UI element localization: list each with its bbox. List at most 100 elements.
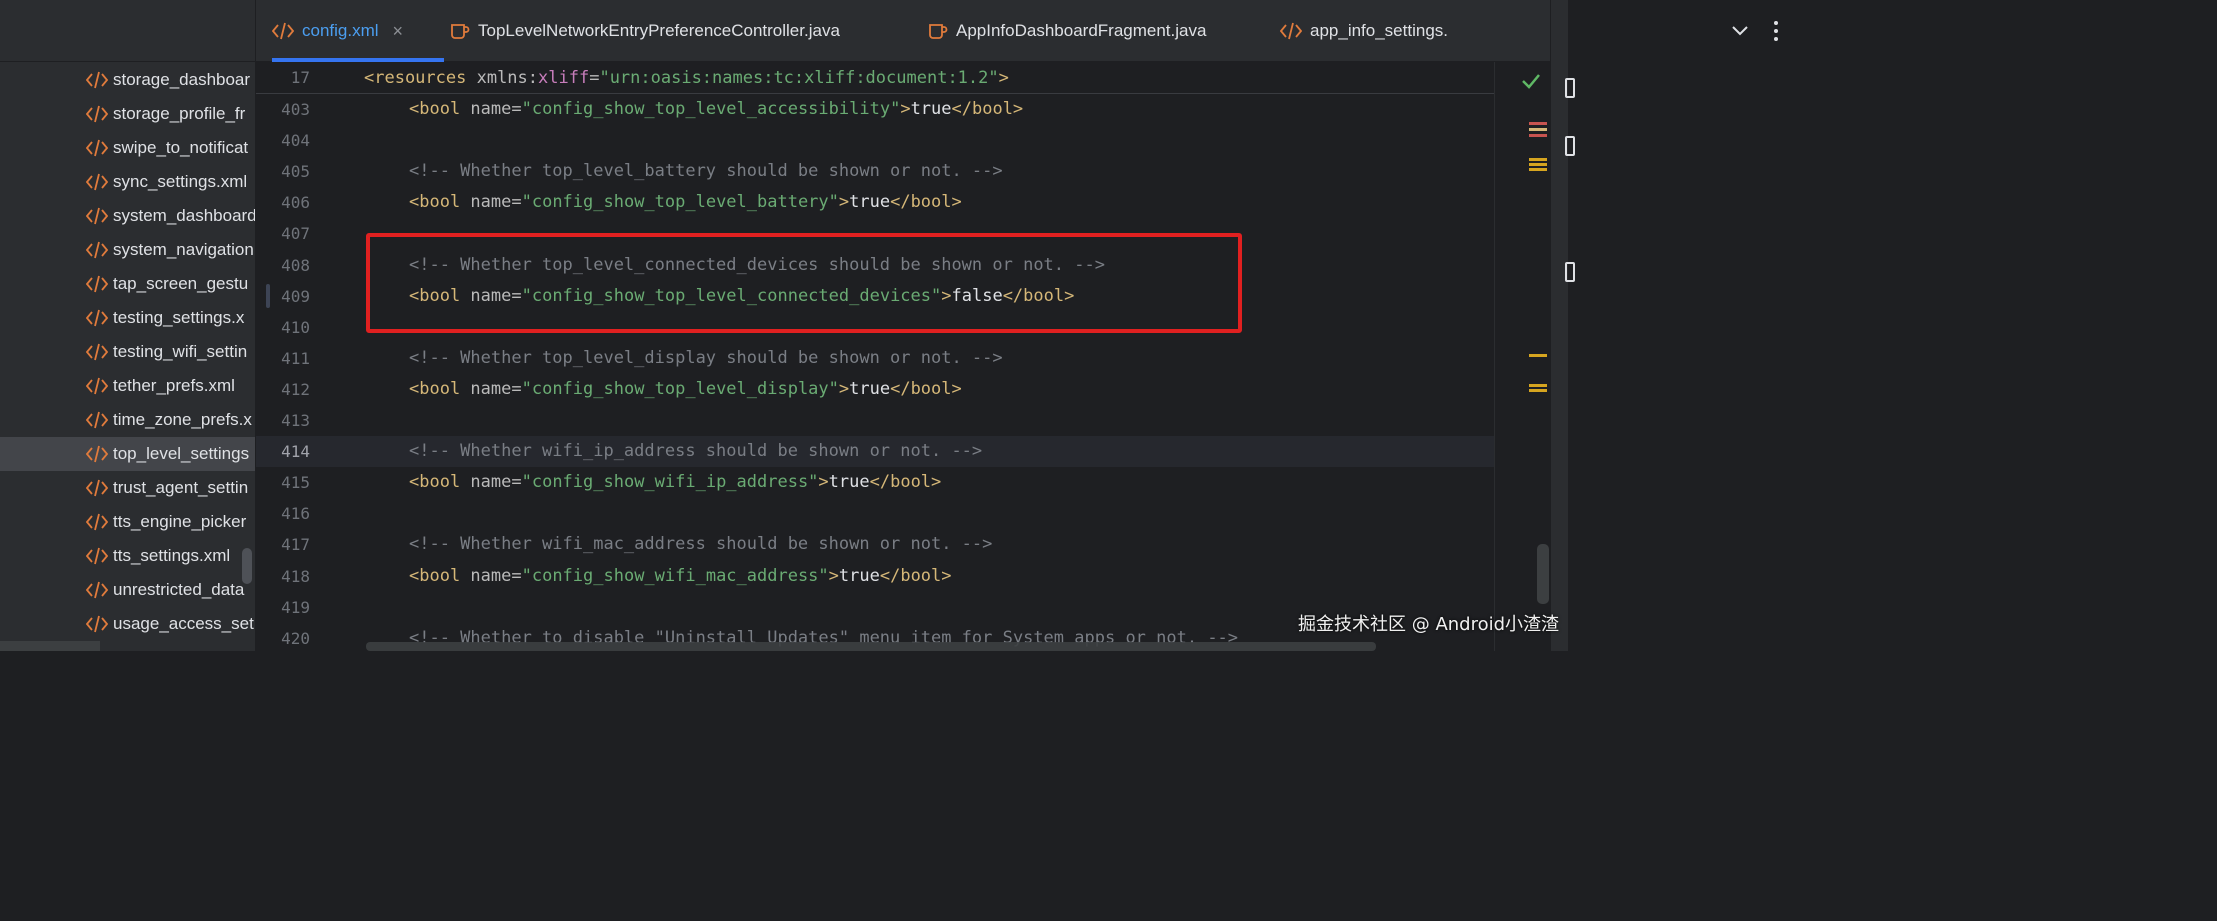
tree-item[interactable]: usage_access_set <box>0 607 255 641</box>
xml-file-icon <box>272 22 294 40</box>
tool-window-icon[interactable] <box>1565 78 1575 98</box>
line-number: 420 <box>281 628 310 648</box>
project-tree-scrollbar[interactable] <box>242 548 252 584</box>
code-token: <resources <box>364 68 477 88</box>
code-token: </bool> <box>869 472 942 493</box>
xml-file-icon <box>86 513 108 531</box>
editor-tab[interactable]: AppInfoDashboardFragment.java <box>926 0 1206 62</box>
code-line[interactable]: 406 <bool name="config_show_top_level_bat… <box>256 187 1494 218</box>
tree-item[interactable]: tts_settings.xml <box>0 539 255 573</box>
code-token: "config_show_top_level_battery" <box>521 192 839 213</box>
editor-tab[interactable]: TopLevelNetworkEntryPreferenceController… <box>448 0 840 62</box>
code-line[interactable]: 415 <bool name="config_show_wifi_ip_addre… <box>256 467 1494 498</box>
chevron-down-icon[interactable] <box>1730 20 1750 40</box>
code-line[interactable]: 418 <bool name="config_show_wifi_mac_addr… <box>256 561 1494 592</box>
tree-item[interactable]: system_dashboard <box>0 199 255 233</box>
tree-item[interactable]: tether_prefs.xml <box>0 369 255 403</box>
tree-item[interactable]: sync_settings.xml <box>0 165 255 199</box>
xml-file-icon <box>86 581 108 599</box>
more-vertical-icon[interactable] <box>1768 18 1784 44</box>
editor-tab[interactable]: config.xml × <box>272 0 444 62</box>
checkmark-icon <box>1522 74 1540 89</box>
xml-file-icon <box>86 411 108 429</box>
line-number: 408 <box>281 255 310 275</box>
code-token: </bool> <box>890 192 962 213</box>
code-line[interactable]: 411 <!-- Whether top_level_display should… <box>256 343 1494 374</box>
line-number: 414 <box>281 442 310 462</box>
change-marker <box>266 284 270 308</box>
code-editor[interactable]: 17 <resources xmlns:xliff="urn:oasis:name… <box>256 62 1550 651</box>
code-line[interactable]: 404 <box>256 125 1494 156</box>
error-stripe-mark[interactable] <box>1529 163 1547 166</box>
code-token: <!-- Whether top_level_battery should be… <box>409 161 1003 182</box>
tree-item[interactable]: system_navigation <box>0 233 255 267</box>
tree-item[interactable]: trust_agent_settin <box>0 471 255 505</box>
line-number: 17 <box>290 68 310 87</box>
code-line[interactable]: 403 <bool name="config_show_top_level_acc… <box>256 94 1494 125</box>
tree-item[interactable]: time_zone_prefs.x <box>0 403 255 437</box>
code-token: "config_show_wifi_mac_address" <box>521 565 829 586</box>
tree-item[interactable]: storage_profile_fr <box>0 97 255 131</box>
error-stripe-mark[interactable] <box>1529 128 1547 131</box>
line-number: 407 <box>281 224 310 244</box>
horizontal-scrollbar[interactable] <box>366 642 1376 651</box>
line-number: 412 <box>281 379 310 399</box>
tree-item[interactable]: swipe_to_notificat <box>0 131 255 165</box>
xml-file-icon <box>86 275 108 293</box>
tree-item-label: usage_access_set <box>113 614 254 633</box>
tree-item-label: tts_settings.xml <box>113 546 231 565</box>
code-line[interactable]: 405 <!-- Whether top_level_battery should… <box>256 156 1494 187</box>
error-stripe-mark[interactable] <box>1529 122 1547 125</box>
code-token: <bool <box>409 472 471 493</box>
xml-file-icon <box>86 377 108 395</box>
line-number: 404 <box>281 131 310 151</box>
line-number: 417 <box>281 535 310 555</box>
code-token: > <box>818 472 829 493</box>
tool-window-icon[interactable] <box>1565 262 1575 282</box>
code-token: > <box>900 99 911 119</box>
project-tree-header <box>0 0 255 62</box>
code-token: true <box>849 192 891 213</box>
error-stripe-mark[interactable] <box>1529 384 1547 387</box>
code-line[interactable]: 414 <!-- Whether wifi_ip_address should b… <box>256 436 1494 468</box>
tree-item[interactable]: unrestricted_data <box>0 573 255 607</box>
tool-window-icon[interactable] <box>1565 136 1575 156</box>
tab-label: config.xml <box>302 21 379 40</box>
tree-item[interactable]: testing_wifi_settin <box>0 335 255 369</box>
tree-item-label: trust_agent_settin <box>113 478 249 497</box>
tree-item[interactable]: storage_dashboar <box>0 63 255 97</box>
code-token: "config_show_top_level_display" <box>521 378 839 399</box>
line-number: 403 <box>281 100 310 119</box>
tree-item-label: tts_engine_picker <box>113 512 247 531</box>
code-token: true <box>838 565 880 586</box>
tree-item[interactable]: testing_settings.x <box>0 301 255 335</box>
code-line[interactable]: 416 <box>256 498 1494 529</box>
error-stripe-mark[interactable] <box>1529 354 1547 357</box>
editor-tab[interactable]: app_info_settings. <box>1280 0 1448 62</box>
error-stripe-mark[interactable] <box>1529 158 1547 161</box>
code-token: name= <box>470 99 522 119</box>
error-stripe-mark[interactable] <box>1529 134 1547 137</box>
code-token: name= <box>470 378 522 399</box>
code-line[interactable]: 412 <bool name="config_show_top_level_dis… <box>256 374 1494 405</box>
tree-item[interactable]: top_level_settings <box>0 437 255 471</box>
tree-item-label: tether_prefs.xml <box>113 376 235 395</box>
tree-item[interactable]: tts_engine_picker <box>0 505 255 539</box>
java-class-icon <box>929 24 948 39</box>
tree-item[interactable]: tap_screen_gestu <box>0 267 255 301</box>
close-icon[interactable]: × <box>393 21 404 42</box>
code-line[interactable]: 417 <!-- Whether wifi_mac_address should … <box>256 529 1494 560</box>
tab-label: TopLevelNetworkEntryPreferenceController… <box>478 21 840 40</box>
project-tree: storage_dashboar storage_profile_fr swipe_… <box>0 0 256 651</box>
line-number: 416 <box>281 504 310 524</box>
xml-file-icon <box>86 615 108 633</box>
line-number: 415 <box>281 473 310 493</box>
line-code: <bool name="config_show_wifi_mac_address… <box>409 561 952 592</box>
code-token: true <box>910 99 952 119</box>
line-code: <!-- Whether wifi_ip_address should be s… <box>409 436 982 467</box>
error-stripe-mark[interactable] <box>1529 168 1547 171</box>
tree-item-label: top_level_settings <box>113 444 250 463</box>
error-stripe-mark[interactable] <box>1529 389 1547 392</box>
vertical-scrollbar[interactable] <box>1537 544 1549 604</box>
code-line[interactable]: 413 <box>256 405 1494 436</box>
